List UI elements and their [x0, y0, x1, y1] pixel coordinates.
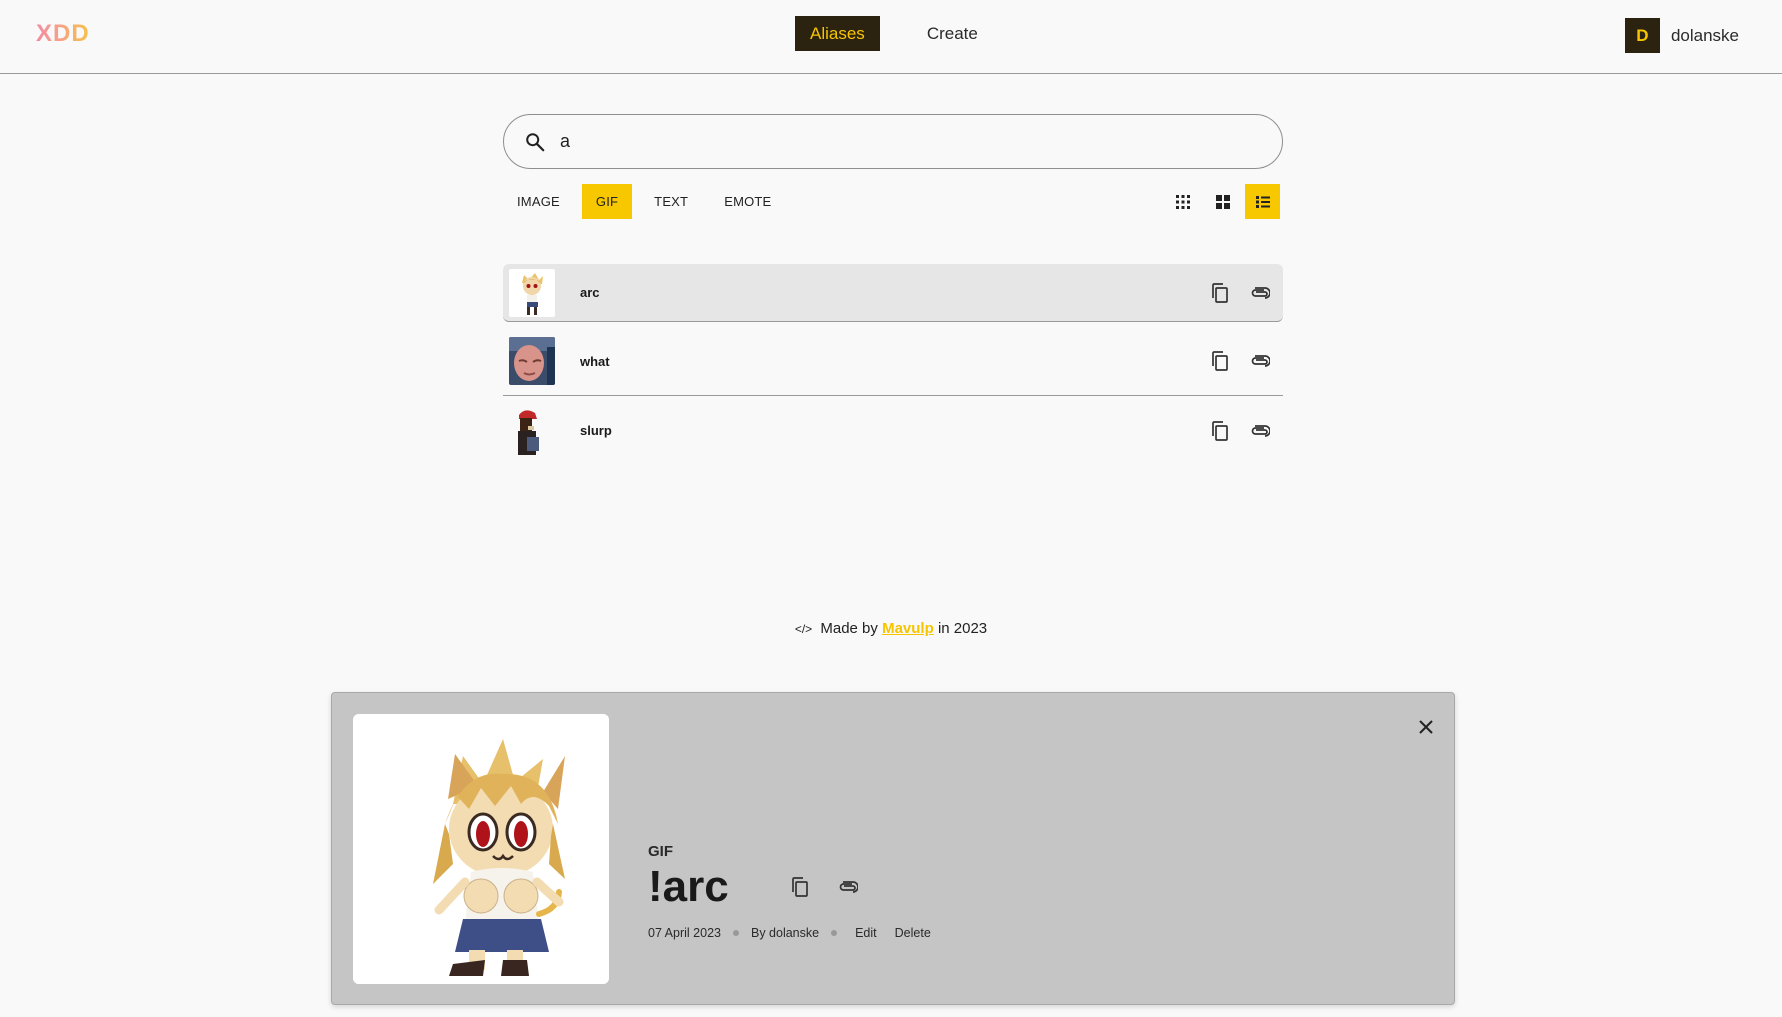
close-button[interactable]	[1414, 715, 1438, 739]
copy-button[interactable]	[789, 876, 811, 898]
large-grid-button[interactable]	[1205, 184, 1240, 219]
copy-button[interactable]	[1209, 282, 1231, 304]
logo[interactable]: XDD	[36, 20, 90, 48]
avatar[interactable]: D	[1624, 18, 1660, 53]
search-icon	[526, 132, 545, 151]
small-grid-button[interactable]	[1165, 184, 1200, 219]
delete-button[interactable]: Delete	[895, 926, 931, 940]
alias-name: what	[580, 353, 610, 369]
alias-name: arc	[580, 285, 600, 300]
separator-dot	[732, 930, 739, 936]
filter-emote[interactable]: EMOTE	[710, 184, 785, 219]
link-icon	[839, 881, 858, 893]
copy-button[interactable]	[1209, 420, 1231, 442]
link-icon	[1251, 424, 1270, 437]
alias-thumbnail	[509, 268, 555, 317]
search-bar[interactable]	[503, 114, 1283, 169]
view-mode-toggle	[1165, 184, 1280, 219]
alias-thumbnail	[509, 337, 555, 385]
username[interactable]: dolanske	[1671, 26, 1739, 46]
copy-link-button[interactable]	[1249, 282, 1271, 304]
separator-dot	[831, 930, 838, 936]
alias-thumbnail	[509, 406, 555, 455]
title-row: !arc	[648, 862, 931, 912]
list-item[interactable]: what	[503, 327, 1283, 396]
top-header: XDD Aliases Create D dolanske	[0, 0, 1782, 74]
alias-name: slurp	[580, 423, 612, 438]
alias-info: GIF !arc 07 April 2023 By dolanske Edit …	[648, 843, 931, 940]
footer: </> Made by Mavulp in 2023	[0, 620, 1782, 637]
alias-detail-panel: GIF !arc 07 April 2023 By dolanske Edit …	[331, 692, 1455, 1005]
footer-suffix: in 2023	[937, 620, 988, 637]
copy-button[interactable]	[1209, 350, 1231, 372]
list-item[interactable]: arc	[503, 264, 1283, 322]
alias-author: By dolanske	[750, 926, 820, 940]
main-nav: Aliases Create	[795, 16, 993, 51]
list-view-button[interactable]	[1245, 184, 1280, 219]
alias-type: GIF	[648, 843, 673, 860]
code-icon: </>	[794, 622, 813, 636]
link-icon	[1251, 355, 1270, 367]
type-filters: IMAGE GIF TEXT EMOTE	[503, 184, 785, 219]
nav-create[interactable]: Create	[912, 16, 993, 51]
edit-button[interactable]: Edit	[855, 926, 877, 940]
user-menu[interactable]: D dolanske	[1624, 18, 1739, 53]
alias-date: 07 April 2023	[648, 926, 721, 940]
link-icon	[1251, 286, 1270, 299]
copy-icon	[1212, 282, 1228, 303]
nav-aliases[interactable]: Aliases	[795, 16, 880, 51]
alias-preview-image	[353, 714, 609, 984]
footer-prefix: Made by	[820, 620, 878, 637]
close-icon	[1419, 720, 1433, 734]
copy-link-button[interactable]	[837, 876, 859, 898]
filter-image[interactable]: IMAGE	[503, 184, 574, 219]
filter-text[interactable]: TEXT	[640, 184, 702, 219]
filter-gif[interactable]: GIF	[581, 184, 633, 219]
copy-link-button[interactable]	[1249, 350, 1271, 372]
list-item[interactable]: slurp	[503, 396, 1283, 465]
title-actions	[789, 876, 859, 898]
copy-icon	[1212, 420, 1228, 441]
search-input[interactable]	[560, 131, 1240, 152]
alias-meta: 07 April 2023 By dolanske Edit Delete	[648, 926, 931, 940]
large-grid-icon	[1215, 194, 1230, 209]
row-actions	[1209, 282, 1271, 304]
row-actions	[1209, 350, 1271, 372]
alias-title: !arc	[648, 862, 729, 911]
copy-icon	[791, 877, 808, 897]
copy-icon	[1212, 351, 1228, 371]
list-view-icon	[1255, 195, 1270, 208]
small-grid-icon	[1175, 194, 1190, 209]
author-link[interactable]: Mavulp	[882, 620, 934, 637]
copy-link-button[interactable]	[1249, 420, 1271, 442]
row-actions	[1209, 420, 1271, 442]
alias-list: arc what slurp	[503, 264, 1283, 465]
